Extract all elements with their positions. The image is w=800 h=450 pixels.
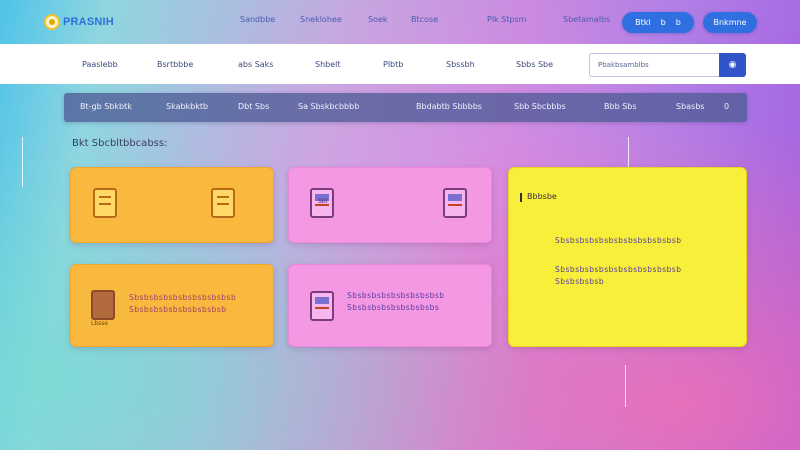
menu-item-7[interactable]: Bbb Sbs <box>604 102 637 111</box>
tag-icon <box>93 188 117 218</box>
card-text-line: Sbsbsbsbsbsbsbsbsbsb <box>347 291 445 300</box>
card-text-line: Sbsbsbsbsb <box>555 277 605 286</box>
top-navigation-bar: PRASNIH Sandbbe Sneklohee Soek Btcose Pl… <box>0 0 800 44</box>
divider <box>625 365 626 407</box>
category-menu: Bt-gb Sbkbtk Skabkbktb Dbt Sbs Sa Sbskbc… <box>64 93 747 122</box>
search-button[interactable]: ◉ <box>719 53 746 77</box>
signup-pill-button[interactable]: Bnkmne <box>703 12 757 33</box>
nav-link-5[interactable]: Plk Stpsm <box>487 15 526 24</box>
highlight-card-title: Bbbsbe <box>520 192 557 202</box>
subnav-item-7[interactable]: Sbbs Sbe <box>516 60 553 69</box>
brand[interactable]: PRASNIH <box>44 13 114 31</box>
feature-card-3[interactable]: Lbsse Sbsbsbsbsbsbsbsbsbsbsb Sbsbsbsbsbs… <box>70 264 274 347</box>
menu-item-5[interactable]: Bbdabtb Sbbbbs <box>416 102 482 111</box>
menu-item-3[interactable]: Dbt Sbs <box>238 102 269 111</box>
search-input[interactable]: Pbakbsamblbs <box>589 53 720 77</box>
divider <box>628 137 629 167</box>
brand-name: PRASNIH <box>63 16 114 28</box>
menu-item-2[interactable]: Skabkbktb <box>166 102 208 111</box>
menu-item-6[interactable]: Sbb Sbcbbbs <box>514 102 566 111</box>
feature-card-2[interactable]: Sbl <box>288 167 492 243</box>
icon-label: Lbsse <box>91 320 109 327</box>
subnav-item-3[interactable]: abs Saks <box>238 60 273 69</box>
card-text-line: Sbsbsbsbsbsbsbsbsbs <box>347 303 440 312</box>
account-pill-icon-1: b <box>660 18 666 27</box>
box-icon <box>91 290 115 320</box>
account-pill-label: Btkl <box>635 18 651 27</box>
subnav-item-5[interactable]: Plbtb <box>383 60 403 69</box>
logo-icon <box>44 14 60 30</box>
highlight-card[interactable]: Bbbsbe Sbsbsbsbsbsbsbsbsbsbsbsbsb Sbsbsb… <box>508 167 747 347</box>
card-text-line: Sbsbsbsbsbsbsbsbsbsbsbsbsb <box>555 265 682 274</box>
subnav-item-1[interactable]: Paaslebb <box>82 60 118 69</box>
section-heading: Bkt Sbcbltbbcabss: <box>72 138 168 149</box>
document-icon <box>310 291 334 321</box>
subnav-item-2[interactable]: Bsrtbbbe <box>157 60 193 69</box>
subnav-item-4[interactable]: Shbelt <box>315 60 341 69</box>
menu-item-8[interactable]: Sbasbs <box>676 102 704 111</box>
tag-icon <box>211 188 235 218</box>
menu-item-4[interactable]: Sa Sbskbcbbbb <box>298 102 359 111</box>
nav-link-3[interactable]: Soek <box>368 15 388 24</box>
icon-label: Sbl <box>318 198 328 205</box>
feature-card-1[interactable] <box>70 167 274 243</box>
document-icon <box>443 188 467 218</box>
account-pill-button[interactable]: Btkl b b <box>622 12 694 33</box>
account-pill-icon-2: b <box>675 18 681 27</box>
feature-card-4[interactable]: Sbsbsbsbsbsbsbsbsbsb Sbsbsbsbsbsbsbsbsbs <box>288 264 492 347</box>
menu-item-1[interactable]: Bt-gb Sbkbtk <box>80 102 132 111</box>
nav-link-6[interactable]: Sbetamalbs <box>563 15 610 24</box>
subnav-item-6[interactable]: Sbssbh <box>446 60 475 69</box>
divider <box>22 137 23 187</box>
nav-link-1[interactable]: Sandbbe <box>240 15 275 24</box>
card-text-line: Sbsbsbsbsbsbsbsbsbsbsb <box>129 293 237 302</box>
search-icon: ◉ <box>728 60 737 70</box>
card-text-line: Sbsbsbsbsbsbsbsbsbsb <box>129 305 227 314</box>
nav-link-4[interactable]: Btcose <box>411 15 438 24</box>
nav-link-2[interactable]: Sneklohee <box>300 15 342 24</box>
menu-item-9[interactable]: 0 <box>724 102 729 111</box>
card-text-line: Sbsbsbsbsbsbsbsbsbsbsbsbsb <box>555 236 682 245</box>
